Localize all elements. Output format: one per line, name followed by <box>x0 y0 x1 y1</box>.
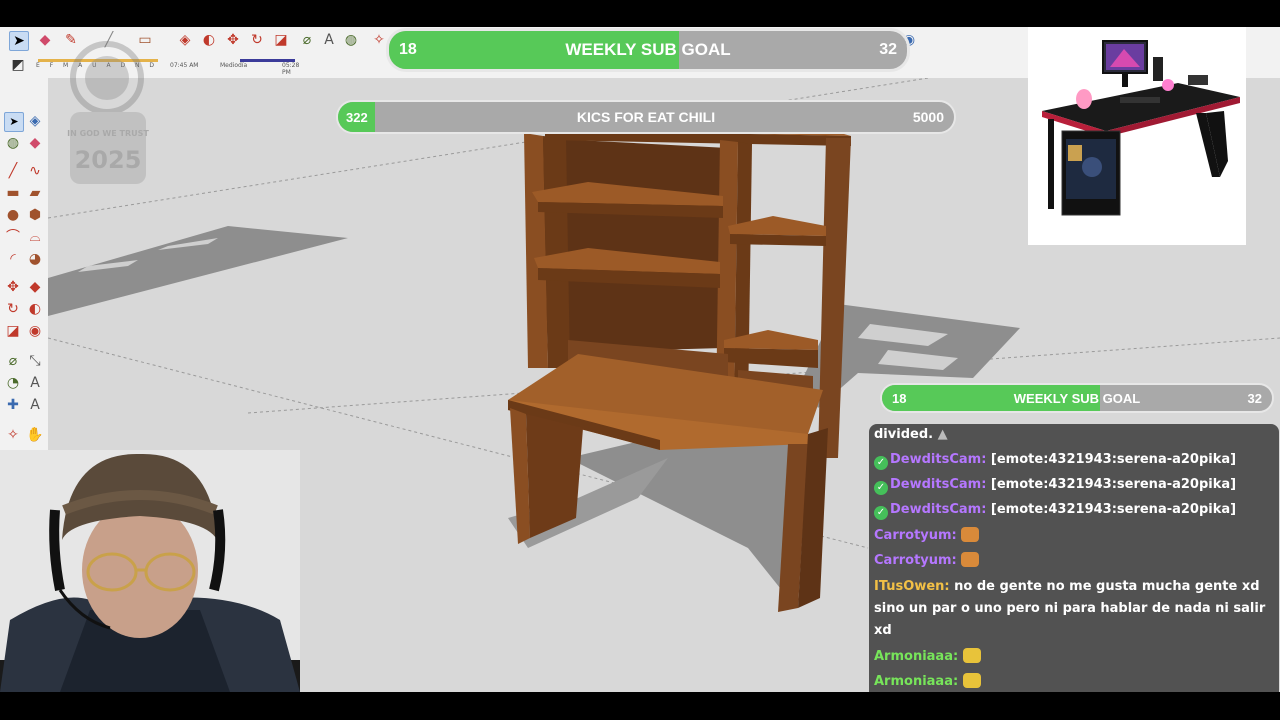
chat-username: Carrotyum: <box>874 528 957 543</box>
paint-bucket-icon[interactable]: ◍ <box>342 31 360 49</box>
goal-label: WEEKLY SUB GOAL <box>1013 390 1141 406</box>
chat-message: ✓ DewditsCam: [emote:4321943:serena-a20pi… <box>874 499 1274 521</box>
pushpull-icon[interactable]: ◆ <box>26 278 44 296</box>
chat-message: Armoniaaa: <box>874 646 1274 668</box>
dimension-icon[interactable]: ⤡ <box>26 352 44 370</box>
followme-icon[interactable]: ◐ <box>26 300 44 318</box>
chat-username: DewditsCam: <box>890 452 987 467</box>
scale-tool-icon[interactable]: ◪ <box>272 31 290 49</box>
shadow-settings-icon[interactable]: ◩ <box>9 56 27 74</box>
bottom-black-bar <box>0 692 1280 720</box>
verified-icon: ✓ <box>874 481 888 495</box>
chat-message: Armoniaaa: <box>874 671 1274 693</box>
pan-icon[interactable]: ✋ <box>26 426 44 444</box>
paint-icon[interactable]: ◍ <box>4 134 22 152</box>
chat-message: Carrotyum: <box>874 550 1274 572</box>
kicks-goal: 322 KICS FOR EAT CHILI 5000 <box>336 100 956 134</box>
protractor-icon[interactable]: ◔ <box>4 374 22 392</box>
chat-username: DewditsCam: <box>890 502 987 517</box>
tape-icon[interactable]: ⌀ <box>4 352 22 370</box>
text-tool-icon[interactable]: A <box>320 31 338 49</box>
chat-username: Armoniaaa: <box>874 674 959 689</box>
coin-motto: IN GOD WE TRUST <box>67 129 149 138</box>
desk-model <box>508 122 851 612</box>
chat-message: Carrotyum: <box>874 525 1274 547</box>
coin-year: 2025 <box>75 146 142 174</box>
follow-me-tool-icon[interactable]: ◐ <box>200 31 218 49</box>
arc2-icon[interactable]: ⌓ <box>26 228 44 246</box>
weekly-sub-goal-top: 18 WEEKLY SUB GOAL 32 <box>386 28 910 72</box>
eraser-icon[interactable]: ◆ <box>26 134 44 152</box>
time-left-label: 07:45 AM <box>170 62 199 69</box>
arc-icon[interactable]: ⌒ <box>4 228 22 246</box>
freehand-icon[interactable]: ∿ <box>26 162 44 180</box>
chat-text: [emote:4321943:serena-a20pika] <box>990 477 1237 492</box>
streamer-picture <box>0 450 300 692</box>
chat-message: ✓ DewditsCam: [emote:4321943:serena-a20pi… <box>874 449 1274 471</box>
chat-message: ITusOwen: no de gente no me gusta mucha … <box>874 576 1274 642</box>
rectangle-icon[interactable]: ▬ <box>4 184 22 202</box>
orange-emote-icon <box>961 552 980 567</box>
chat-username: Armoniaaa: <box>874 649 959 664</box>
time-right-label: 05:28 PM <box>282 62 300 76</box>
goal-target: 32 <box>879 41 897 58</box>
axes-icon[interactable]: ✚ <box>4 396 22 414</box>
push-pull-tool-icon[interactable]: ◈ <box>176 31 194 49</box>
goal-label: WEEKLY SUB GOAL <box>565 40 731 59</box>
chat-message: divided. ▲ <box>874 424 1274 446</box>
emote-icon: ▲ <box>937 427 948 442</box>
move-tool-icon[interactable]: ✥ <box>224 31 242 49</box>
goal-label: KICS FOR EAT CHILI <box>576 109 716 125</box>
gaming-desk-picture <box>1042 40 1240 216</box>
chat-text: [emote:4321943:serena-a20pika] <box>990 452 1237 467</box>
3dtext-icon[interactable]: A <box>26 396 44 414</box>
chat-username: ITusOwen: <box>874 579 950 594</box>
rotate-icon[interactable]: ↻ <box>4 300 22 318</box>
chat-username: DewditsCam: <box>890 477 987 492</box>
verified-icon: ✓ <box>874 506 888 520</box>
verified-icon: ✓ <box>874 456 888 470</box>
component-icon[interactable]: ◈ <box>26 112 44 130</box>
midday-label: Mediodía <box>220 62 248 69</box>
polygon-icon[interactable]: ⬢ <box>26 206 44 224</box>
weekly-sub-goal-right: 18 WEEKLY SUB GOAL 32 <box>880 383 1274 413</box>
goal-target: 5000 <box>912 109 944 125</box>
chat-text: divided. <box>874 427 934 442</box>
line-icon[interactable]: ╱ <box>4 162 22 180</box>
rotated-rect-icon[interactable]: ▰ <box>26 184 44 202</box>
yellow-emote-icon <box>962 648 981 663</box>
webcam-feed <box>0 450 300 692</box>
chat-message: ✓ DewditsCam: [emote:4321943:serena-a20pi… <box>874 474 1274 496</box>
move-icon[interactable]: ✥ <box>4 278 22 296</box>
rotate-tool-icon[interactable]: ↻ <box>248 31 266 49</box>
pie-icon[interactable]: ◕ <box>26 250 44 268</box>
goal-target: 32 <box>1247 390 1262 406</box>
scale-icon[interactable]: ◪ <box>4 322 22 340</box>
left-shadow <box>48 226 348 316</box>
yellow-emote-icon <box>962 673 981 688</box>
select-tool-icon[interactable]: ➤ <box>9 31 29 51</box>
eraser-tool-icon[interactable]: ◆ <box>36 31 54 49</box>
arc3-icon[interactable]: ◜ <box>4 250 22 268</box>
orbit-icon[interactable]: ✧ <box>4 426 22 444</box>
chat-overlay: divided. ▲ ✓ DewditsCam: [emote:4321943:s… <box>869 424 1279 696</box>
text-icon[interactable]: A <box>26 374 44 392</box>
coin-logo: IN GOD WE TRUST 2025 <box>67 41 149 184</box>
offset-icon[interactable]: ◉ <box>26 322 44 340</box>
chat-username: Carrotyum: <box>874 553 957 568</box>
orange-emote-icon <box>961 527 980 542</box>
top-black-bar <box>0 0 1280 27</box>
circle-icon[interactable]: ● <box>4 206 22 224</box>
select-arrow-icon[interactable]: ➤ <box>4 112 24 132</box>
chat-text: [emote:4321943:serena-a20pika] <box>990 502 1237 517</box>
tape-measure-icon[interactable]: ⌀ <box>298 31 316 49</box>
reference-image <box>1028 27 1246 245</box>
